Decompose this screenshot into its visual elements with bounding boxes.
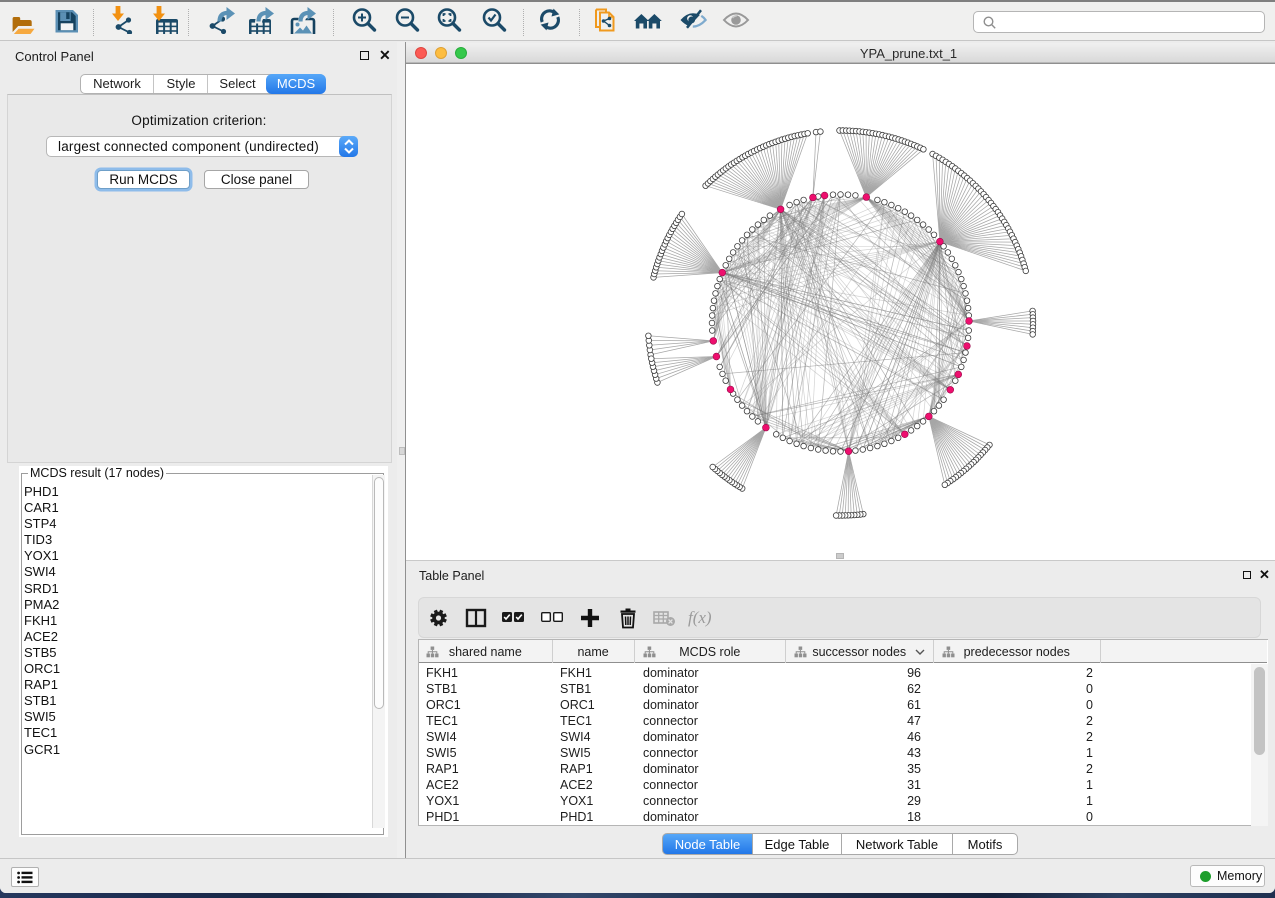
svg-text:f(x): f(x) <box>688 608 712 627</box>
